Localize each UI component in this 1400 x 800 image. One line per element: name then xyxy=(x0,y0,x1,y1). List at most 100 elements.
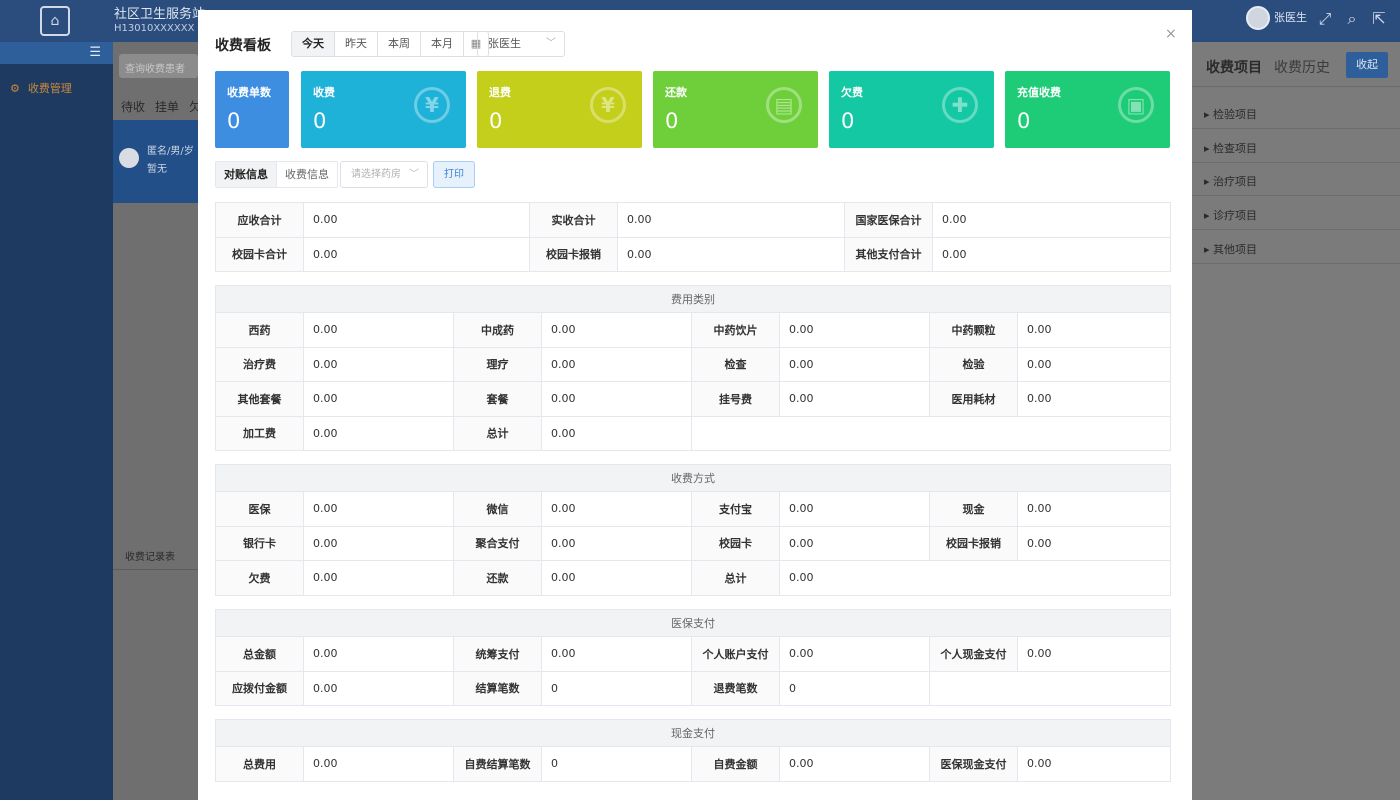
field-label: 检验 xyxy=(929,346,1018,382)
charge-item-label: 检查项目 xyxy=(1213,141,1258,155)
field-value: 0 xyxy=(779,670,930,706)
stat-value: 0 xyxy=(227,109,241,133)
field-value: 0.00 xyxy=(1017,312,1171,348)
tab-reconciliation[interactable]: 对账信息 xyxy=(216,162,277,187)
field-value: 0.00 xyxy=(932,202,1171,238)
charge-item-label: 其他项目 xyxy=(1213,242,1258,256)
table-row: 其他套餐 0.00 套餐 0.00 挂号费 0.00 医用耗材 0.00 xyxy=(215,381,1171,417)
charge-items-panel: 收费项目 收费历史 收起 ▸ 检验项目 ▸ 检查项目 ▸ 治疗项目 ▸ 诊疗项目 ▸ 其… xyxy=(1192,42,1400,800)
section-header-row: 费用类别 xyxy=(215,285,1171,313)
add-coin-icon: ✚ xyxy=(942,87,978,123)
field-value: 0.00 xyxy=(303,560,454,596)
patient-note: 暂无 xyxy=(147,164,167,175)
field-label: 西药 xyxy=(215,312,304,348)
field-label: 校园卡报销 xyxy=(529,236,618,272)
field-label: 个人账户支付 xyxy=(691,636,780,672)
field-label: 支付宝 xyxy=(691,491,780,527)
charge-item-label: 检验项目 xyxy=(1213,108,1258,121)
tab-charge-items[interactable]: 收费项目 xyxy=(1206,57,1262,77)
field-value: 0.00 xyxy=(541,491,692,527)
field-label: 医保 xyxy=(215,491,304,527)
sidebar-item-label: 收费管理 xyxy=(27,82,72,95)
fullscreen-icon[interactable]: ⤢ xyxy=(1316,10,1334,28)
field-label: 微信 xyxy=(453,491,542,527)
field-label: 套餐 xyxy=(453,381,542,417)
field-value: 0.00 xyxy=(541,636,692,672)
external-link-icon[interactable]: ⇱ xyxy=(1370,10,1388,28)
section-title: 医保支付 xyxy=(215,609,1171,637)
cash-payment-table: 现金支付 总费用 0.00 自费结算笔数 0 自费金额 0.00 医保现金支付 0.00 xyxy=(215,719,1171,782)
field-label: 退费笔数 xyxy=(691,670,780,706)
field-value: 0.00 xyxy=(779,312,930,348)
patient-card[interactable]: 匿名/男/岁 暂无 xyxy=(113,120,198,203)
chevron-right-icon: ▸ xyxy=(1204,108,1214,121)
app-sidebar: ☰ ⚙ 收费管理 xyxy=(0,42,113,800)
pharmacy-select[interactable]: 请选择药房 ﹀ xyxy=(340,161,428,188)
tab-today[interactable]: 今天 xyxy=(292,32,335,56)
field-value: 0.00 xyxy=(541,312,692,348)
field-label: 中成药 xyxy=(453,312,542,348)
charge-item-category[interactable]: ▸ 检验项目 xyxy=(1204,106,1257,122)
field-label: 结算笔数 xyxy=(453,670,542,706)
section-title: 现金支付 xyxy=(215,719,1171,747)
insurance-payment-table: 医保支付 总金额 0.00 统筹支付 0.00 个人账户支付 0.00 个人现金支付 0.00 应… xyxy=(215,609,1171,706)
section-title: 收费方式 xyxy=(215,464,1171,492)
tab-this-week[interactable]: 本周 xyxy=(378,32,421,56)
field-value: 0.00 xyxy=(932,236,1171,272)
patient-search-input[interactable]: 查询收费患者 xyxy=(119,54,198,78)
section-header-row: 收费方式 xyxy=(215,464,1171,492)
charge-item-category[interactable]: ▸ 诊疗项目 xyxy=(1204,207,1257,223)
sidebar-item-charge-management[interactable]: ⚙ 收费管理 xyxy=(10,80,72,96)
field-label: 银行卡 xyxy=(215,525,304,561)
field-value: 0.00 xyxy=(303,670,454,706)
field-label: 聚合支付 xyxy=(453,525,542,561)
field-label: 加工费 xyxy=(215,415,304,451)
app-title: 社区卫生服务站 xyxy=(114,7,206,22)
sidebar-toggle[interactable]: ☰ xyxy=(0,42,113,64)
close-icon[interactable]: × xyxy=(1165,26,1177,42)
field-label: 医保现金支付 xyxy=(929,746,1018,782)
tab-this-month[interactable]: 本月 xyxy=(421,32,464,56)
charge-item-category[interactable]: ▸ 检查项目 xyxy=(1204,140,1257,156)
search-icon[interactable]: ⌕ xyxy=(1343,10,1361,28)
field-label: 总费用 xyxy=(215,746,304,782)
tab-yesterday[interactable]: 昨天 xyxy=(335,32,378,56)
field-value: 0.00 xyxy=(779,525,930,561)
field-value: 0.00 xyxy=(541,560,692,596)
field-label: 总金额 xyxy=(215,636,304,672)
field-label: 欠费 xyxy=(215,560,304,596)
field-label: 自费结算笔数 xyxy=(453,746,542,782)
field-label: 其他套餐 xyxy=(215,381,304,417)
field-label: 应拨付金额 xyxy=(215,670,304,706)
empty-cell xyxy=(691,415,1171,451)
patient-list-panel: 查询收费患者 待收 挂单欠 匿名/男/岁 暂无 收费记录表 xyxy=(113,42,201,800)
field-value: 0.00 xyxy=(303,746,454,782)
patient-name: 匿名/男/岁 xyxy=(147,146,194,157)
user-avatar[interactable] xyxy=(1246,6,1270,30)
print-button[interactable]: 打印 xyxy=(433,161,475,188)
field-value: 0.00 xyxy=(779,491,930,527)
charge-item-category[interactable]: ▸ 治疗项目 xyxy=(1204,173,1257,189)
tab-hold[interactable]: 挂单 xyxy=(155,100,179,114)
field-value: 0.00 xyxy=(541,415,692,451)
table-row: 医保 0.00 微信 0.00 支付宝 0.00 现金 0.00 xyxy=(215,491,1171,527)
tab-pending[interactable]: 待收 xyxy=(121,100,145,114)
chevron-down-icon: ﹀ xyxy=(546,38,556,49)
tab-charge-history[interactable]: 收费历史 xyxy=(1274,57,1330,77)
field-value: 0.00 xyxy=(1017,636,1171,672)
tab-charge-info[interactable]: 收费信息 xyxy=(277,162,337,187)
table-row: 治疗费 0.00 理疗 0.00 检查 0.00 检验 0.00 xyxy=(215,346,1171,382)
user-name[interactable]: 张医生 xyxy=(1274,9,1307,25)
divider xyxy=(1192,262,1400,264)
charge-item-label: 治疗项目 xyxy=(1213,175,1258,189)
doctor-select[interactable]: 张医生 ﹀ xyxy=(477,31,565,57)
field-label: 校园卡报销 xyxy=(929,525,1018,561)
section-title: 费用类别 xyxy=(215,285,1171,313)
pharmacy-select-placeholder: 请选择药房 xyxy=(351,169,401,180)
field-label: 应收合计 xyxy=(215,202,304,238)
charge-item-category[interactable]: ▸ 其他项目 xyxy=(1204,241,1257,257)
stat-label: 充值收费 xyxy=(1017,86,1061,99)
yuan-icon: ¥ xyxy=(414,87,450,123)
collapse-button[interactable]: 收起 xyxy=(1346,52,1388,78)
field-value: 0.00 xyxy=(303,312,454,348)
